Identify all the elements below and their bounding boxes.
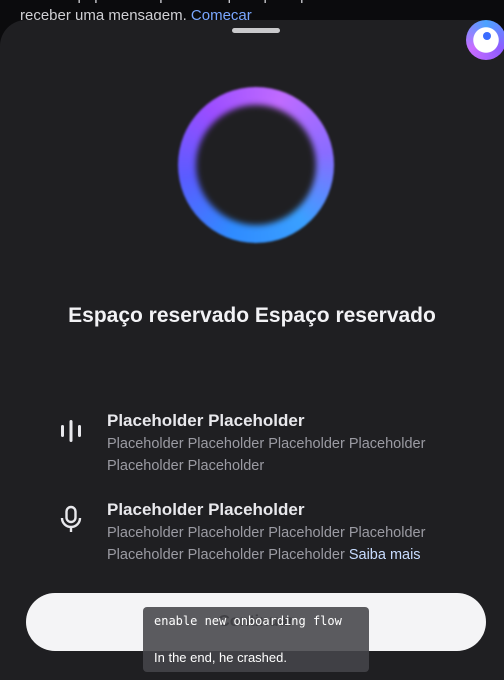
overlay-caption: In the end, he crashed.: [154, 650, 287, 665]
assistant-bubble-dot: [483, 32, 491, 40]
feature-2-title: Placeholder Placeholder: [107, 500, 305, 519]
onboarding-bottom-sheet: [0, 20, 504, 680]
feature-1-description: Placeholder Placeholder Placeholder Plac…: [107, 436, 426, 474]
assistant-ring-graphic: [178, 87, 334, 243]
soundwave-icon: [61, 420, 81, 442]
feature-1-title: Placeholder Placeholder: [107, 411, 305, 430]
learn-more-link[interactable]: Saiba mais: [349, 547, 421, 563]
overlay-code-text: enable new onboarding flow: [154, 614, 342, 628]
drag-handle[interactable]: [232, 28, 280, 33]
microphone-icon: [60, 505, 82, 532]
debug-overlay: enable new onboarding flow In the end, h…: [143, 607, 369, 672]
sheet-title: Espaço reservado Espaço reservado: [68, 304, 436, 327]
feature-2-description: Placeholder Placeholder Placeholder Plac…: [107, 522, 457, 566]
assistant-bubble-icon[interactable]: [466, 20, 504, 60]
